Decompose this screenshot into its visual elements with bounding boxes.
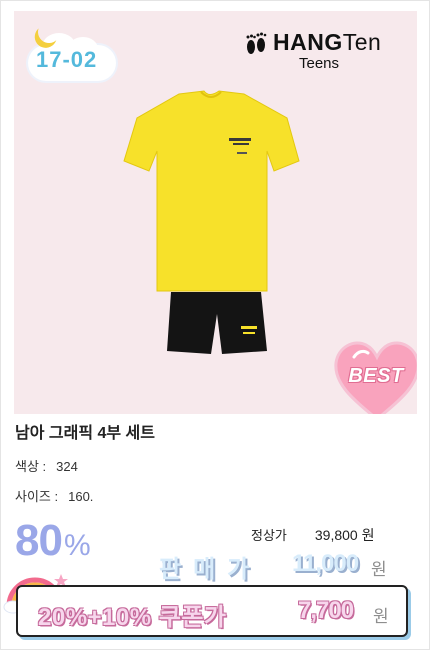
code-badge: 17-02 [26, 21, 121, 83]
color-value: 324 [56, 459, 78, 474]
best-badge: BEST [332, 337, 417, 414]
brand-sub: Teens [299, 55, 340, 72]
regular-price-label: 정상가 [251, 528, 287, 543]
product-photo[interactable]: 17-02 HANGTen Teens BEST [14, 11, 417, 414]
size-value: 160. [68, 489, 94, 504]
sale-price-label: 판매가 [159, 556, 262, 583]
coupon-price-box[interactable]: 20%+10% 쿠폰가 7,700 원 [16, 585, 408, 637]
feet-icon [246, 32, 267, 54]
best-label: BEST [348, 365, 404, 387]
product-title[interactable]: 남아 그래픽 4부 세트 [15, 419, 155, 443]
brand-logo: HANGTen Teens [245, 21, 405, 72]
product-card[interactable]: 17-02 HANGTen Teens BEST 남아 그래픽 4부 세트 색상… [0, 0, 430, 650]
coupon-price-value: 7,700 [298, 597, 354, 624]
color-attribute: 색상 : 324 [15, 456, 78, 475]
color-label: 색상 : [15, 459, 47, 474]
size-attribute: 사이즈 : 160. [15, 486, 93, 505]
brand-name: HANGTen [273, 29, 382, 55]
sale-price-value: 11,000 [292, 550, 359, 577]
product-image [123, 90, 300, 354]
coupon-label: 20%+10% 쿠폰가 [38, 604, 227, 631]
size-label: 사이즈 : [15, 489, 59, 504]
product-code: 17-02 [36, 47, 98, 72]
coupon-price-unit: 원 [373, 607, 389, 626]
sale-price-unit: 원 [371, 560, 387, 579]
regular-price-value: 39,800 원 [314, 527, 375, 543]
discount-rate: 80% [15, 516, 91, 565]
sale-price: 판매가 11,000 원 [159, 549, 409, 583]
regular-price: 정상가 39,800 원 [251, 525, 374, 545]
